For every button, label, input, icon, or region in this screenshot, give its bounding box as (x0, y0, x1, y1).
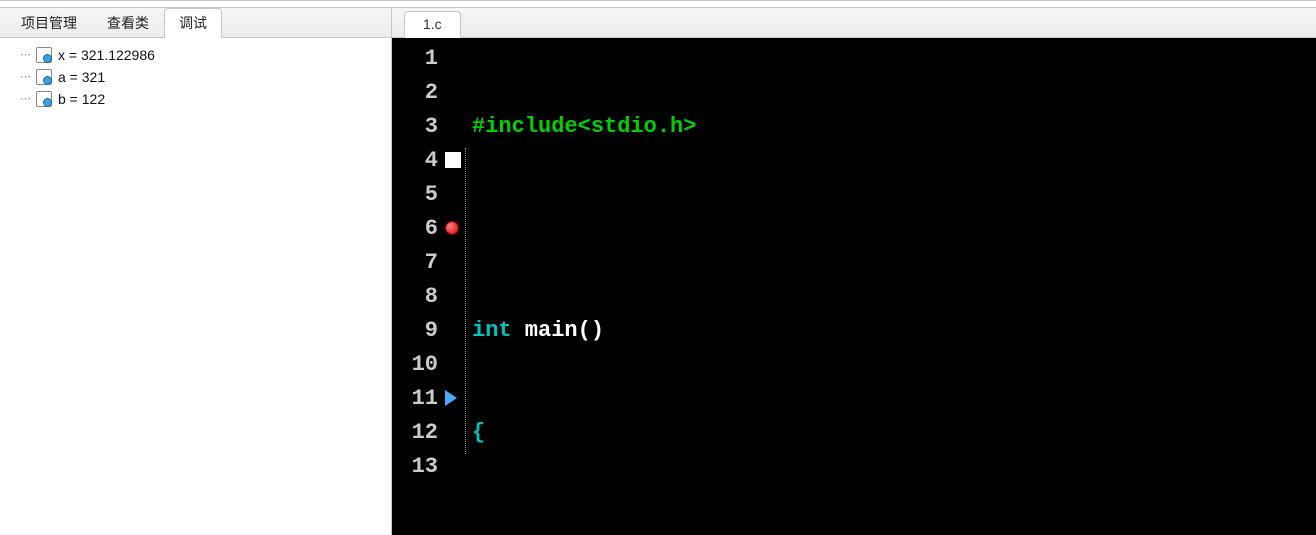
line-number: 1 (392, 42, 438, 76)
line-number: 5 (392, 178, 438, 212)
line-number: 3 (392, 110, 438, 144)
code-token: #include<stdio.h> (472, 114, 696, 139)
side-tab-project[interactable]: 项目管理 (6, 8, 92, 38)
breakpoint-icon[interactable] (446, 222, 458, 234)
side-tab-classes[interactable]: 查看类 (92, 8, 164, 38)
code-token: int (472, 318, 512, 343)
line-number: 13 (392, 450, 438, 484)
source-text[interactable]: #include<stdio.h> int main() { float x; … (464, 38, 1316, 535)
line-number: 4 (392, 144, 438, 178)
tree-branch-icon: ⋯ (20, 67, 30, 87)
side-tab-debug[interactable]: 调试 (164, 8, 222, 38)
editor-area: 1.c 1 2 3 4 5 6 7 8 9 10 11 12 13 (392, 8, 1316, 535)
line-number: 7 (392, 246, 438, 280)
code-token: main() (512, 318, 604, 343)
line-number: 2 (392, 76, 438, 110)
file-tab[interactable]: 1.c (404, 11, 461, 38)
tree-branch-icon: ⋯ (20, 89, 30, 109)
side-panel: 项目管理 查看类 调试 ⋯ x = 321.122986 ⋯ a = 321 ⋯… (0, 8, 392, 535)
top-strip (0, 0, 1316, 8)
line-number: 6 (392, 212, 438, 246)
line-number: 11 (392, 382, 438, 416)
code-token: { (472, 420, 485, 445)
line-number: 10 (392, 348, 438, 382)
watch-item-label: a = 321 (58, 67, 105, 87)
watch-var-icon (36, 47, 52, 63)
fold-guide-line (465, 148, 466, 454)
line-number: 8 (392, 280, 438, 314)
line-number: 12 (392, 416, 438, 450)
line-number-gutter: 1 2 3 4 5 6 7 8 9 10 11 12 13 (392, 38, 444, 535)
marker-gutter[interactable] (444, 38, 464, 535)
watch-item[interactable]: ⋯ a = 321 (20, 66, 383, 88)
line-number: 9 (392, 314, 438, 348)
watch-list: ⋯ x = 321.122986 ⋯ a = 321 ⋯ b = 122 (0, 38, 391, 535)
side-tabs: 项目管理 查看类 调试 (0, 8, 391, 38)
tree-branch-icon: ⋯ (20, 45, 30, 65)
watch-var-icon (36, 69, 52, 85)
watch-item[interactable]: ⋯ b = 122 (20, 88, 383, 110)
code-editor[interactable]: 1 2 3 4 5 6 7 8 9 10 11 12 13 (392, 38, 1316, 535)
watch-item[interactable]: ⋯ x = 321.122986 (20, 44, 383, 66)
watch-item-label: x = 321.122986 (58, 45, 155, 65)
fold-marker-icon[interactable] (445, 152, 461, 168)
watch-item-label: b = 122 (58, 89, 105, 109)
watch-var-icon (36, 91, 52, 107)
file-tabs: 1.c (392, 8, 1316, 38)
main-layout: 项目管理 查看类 调试 ⋯ x = 321.122986 ⋯ a = 321 ⋯… (0, 8, 1316, 535)
current-line-arrow-icon (445, 390, 457, 406)
